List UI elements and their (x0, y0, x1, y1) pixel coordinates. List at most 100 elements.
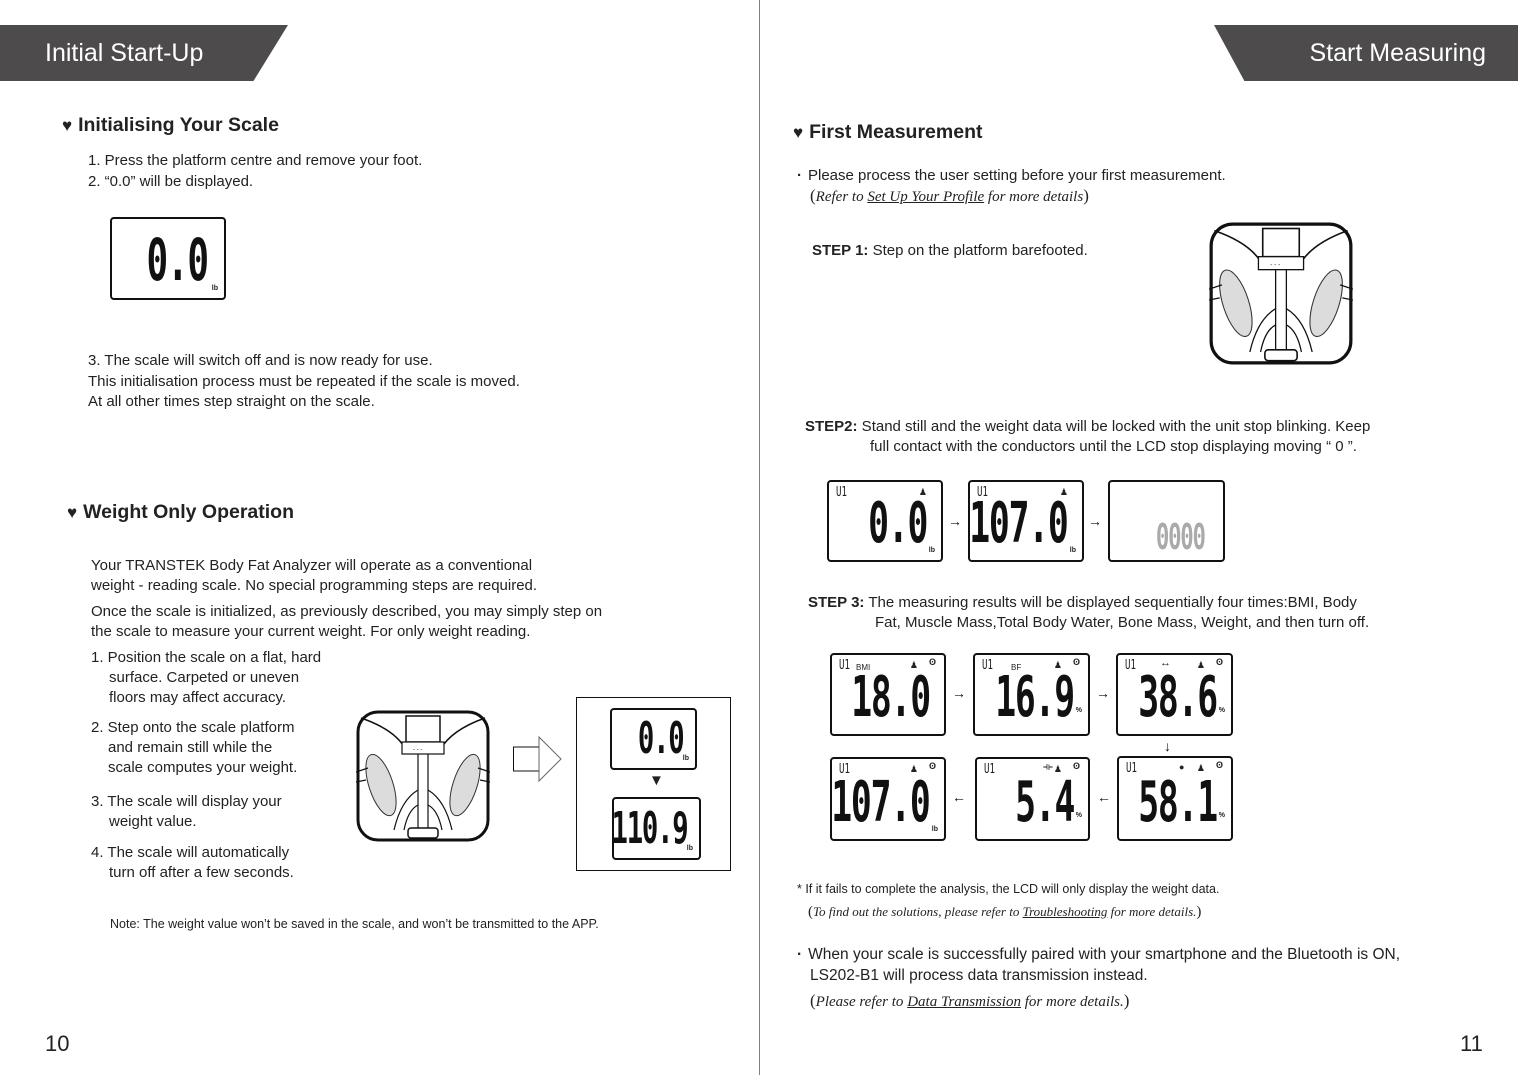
step-3-line-2: Fat, Muscle Mass,Total Body Water, Bone … (875, 614, 1370, 631)
ref-text: Please refer to (815, 994, 908, 1010)
lcd-value: 0.0 (868, 491, 928, 556)
step-line: and remain still while the (108, 739, 273, 756)
section-banner-initial-start-up: Initial Start-Up (0, 25, 288, 81)
lcd-user: U1 (839, 658, 850, 673)
step-line: surface. Carpeted or uneven (109, 669, 300, 686)
arrow-right-icon: → (952, 685, 966, 701)
step-2-line-2: full contact with the conductors until t… (870, 438, 1357, 455)
weight-lcd-panel: 0.0 lb ▼ 110.9 lb (576, 697, 731, 871)
step-line: 2. Step onto the scale platform (91, 719, 295, 736)
weight-intro2-line-2: the scale to measure your current weight… (91, 623, 531, 640)
lcd-unit: % (1218, 812, 1225, 819)
step-line: turn off after a few seconds. (109, 864, 294, 881)
lcd-value: 0.0 (637, 713, 684, 764)
lcd-unit: lb (1069, 547, 1076, 554)
set-up-profile-link[interactable]: Set Up Your Profile (867, 189, 984, 205)
lcd-value: 5.4 (1015, 770, 1075, 835)
weight-step-2: 2. Step onto the scale platform and rema… (91, 718, 297, 778)
bullet-bluetooth-line-2: LS202-B1 will process data transmission … (810, 967, 1148, 984)
lcd-unit: % (1218, 707, 1225, 714)
step-line: scale computes your weight. (108, 759, 298, 776)
arrow-right-icon: → (1088, 513, 1102, 529)
step-label: STEP2: (805, 418, 858, 435)
reference-data-transmission: (Please refer to Data Transmission for m… (810, 991, 1129, 1011)
lcd-unit: % (1075, 707, 1082, 714)
init-note-line-2: At all other times step straight on the … (88, 393, 375, 410)
bullet-text: Please process the user setting before y… (808, 167, 1226, 184)
reference-troubleshooting: (To find out the solutions, please refer… (808, 903, 1201, 921)
arrow-left-icon: ← (1097, 789, 1111, 805)
scale-illustration-step1: - - - (1208, 222, 1354, 365)
lcd-moving-zeros: 0000 (1156, 517, 1206, 558)
bluetooth-icon: ʘ (1215, 760, 1223, 770)
svg-text:- - -: - - - (1270, 261, 1280, 268)
section-title-weight-only: ♥ Weight Only Operation (67, 501, 294, 524)
step-text: Stand still and the weight data will be … (857, 418, 1371, 435)
lcd-user: U1 (1126, 761, 1137, 776)
scale-with-feet-icon: - - - (355, 710, 491, 842)
banner-title: Start Measuring (1309, 39, 1486, 67)
paren: ) (1083, 186, 1089, 205)
section-banner-start-measuring: Start Measuring (1214, 25, 1518, 81)
bullet-user-setting: · Please process the user setting before … (797, 166, 1226, 186)
section-title-text: First Measurement (809, 121, 983, 143)
weight-step-4: 4. The scale will automatically turn off… (91, 843, 294, 883)
weight-note: Note: The weight value won’t be saved in… (110, 917, 599, 931)
lcd-unit: lb (682, 755, 689, 762)
lcd-step2-weight: U1 ♟ 107.0 lb (968, 480, 1084, 562)
step-text: Step on the platform barefooted. (868, 242, 1088, 259)
block-arrow-icon (513, 735, 565, 785)
ref-text: for more details. (1107, 904, 1197, 919)
data-transmission-link[interactable]: Data Transmission (907, 994, 1021, 1010)
paren: ) (1123, 991, 1130, 1010)
lcd-value: 107.0 (969, 491, 1070, 556)
bluetooth-icon: ʘ (1215, 657, 1223, 667)
lcd-display-after: 110.9 lb (611, 797, 701, 860)
step-2: STEP2: Stand still and the weight data w… (805, 417, 1370, 437)
lcd-result-weight: U1 ♟ ʘ 107.0 lb (830, 757, 946, 841)
init-step-1: 1. Press the platform centre and remove … (88, 152, 423, 169)
init-step-2: 2. “0.0” will be displayed. (88, 173, 254, 190)
page-number-right: 11 (1460, 1031, 1483, 1056)
arrow-right-icon: → (948, 513, 962, 529)
lcd-unit: lb (931, 826, 938, 833)
weight-step-3: 3. The scale will display your weight va… (91, 792, 282, 832)
triangle-down-icon: ▼ (649, 772, 664, 789)
step-line: 3. The scale will display your (91, 793, 282, 810)
section-title-first-measurement: ♥ First Measurement (793, 121, 982, 144)
lcd-value: 110.9 (611, 803, 688, 854)
lcd-user: U1 (982, 658, 993, 673)
weight-intro-line-1: Your TRANSTEK Body Fat Analyzer will ope… (91, 557, 533, 574)
weight-step-1: 1. Position the scale on a flat, hard su… (91, 648, 321, 708)
lcd-step2-zero: U1 ♟ 0.0 lb (827, 480, 943, 562)
lcd-result-body-fat: U1 BF ♟ ʘ 16.9 % (973, 653, 1090, 736)
page-divider (759, 0, 760, 1075)
scale-with-feet-icon: - - - (1208, 222, 1354, 365)
lcd-display-init: 0.0 lb (110, 217, 226, 300)
step-line: 1. Position the scale on a flat, hard (91, 649, 322, 666)
scale-illustration: - - - (355, 710, 491, 842)
lcd-value: 16.9 (995, 665, 1075, 730)
lcd-result-muscle-mass: U1 ↔ ♟ ʘ 38.6 % (1116, 653, 1233, 736)
paren: ) (1196, 904, 1202, 920)
lcd-step2-analyzing: 0000 (1108, 480, 1225, 562)
step-label: STEP 1: (812, 242, 869, 259)
svg-text:- - -: - - - (413, 747, 422, 753)
init-step-3: 3. The scale will switch off and is now … (88, 352, 433, 369)
lcd-unit: % (1075, 812, 1082, 819)
bluetooth-icon: ʘ (1072, 657, 1080, 667)
bluetooth-icon: ʘ (928, 761, 936, 771)
bluetooth-icon: ʘ (928, 657, 936, 667)
arrow-right-icon: → (1096, 685, 1110, 701)
ref-text: for more details. (1020, 994, 1124, 1010)
lcd-result-body-water: U1 ● ♟ ʘ 58.1 % (1117, 756, 1233, 841)
fail-note: * If it fails to complete the analysis, … (797, 882, 1220, 896)
right-block-arrow-icon (513, 735, 562, 783)
heart-icon: ♥ (62, 116, 73, 135)
lcd-unit: lb (928, 547, 935, 554)
troubleshooting-link[interactable]: Troubleshooting (1023, 904, 1108, 919)
lcd-value: 0.0 (146, 226, 209, 294)
bullet-icon: · (797, 946, 803, 963)
page-number-left: 10 (45, 1031, 70, 1056)
step-text: The measuring results will be displayed … (864, 594, 1357, 611)
